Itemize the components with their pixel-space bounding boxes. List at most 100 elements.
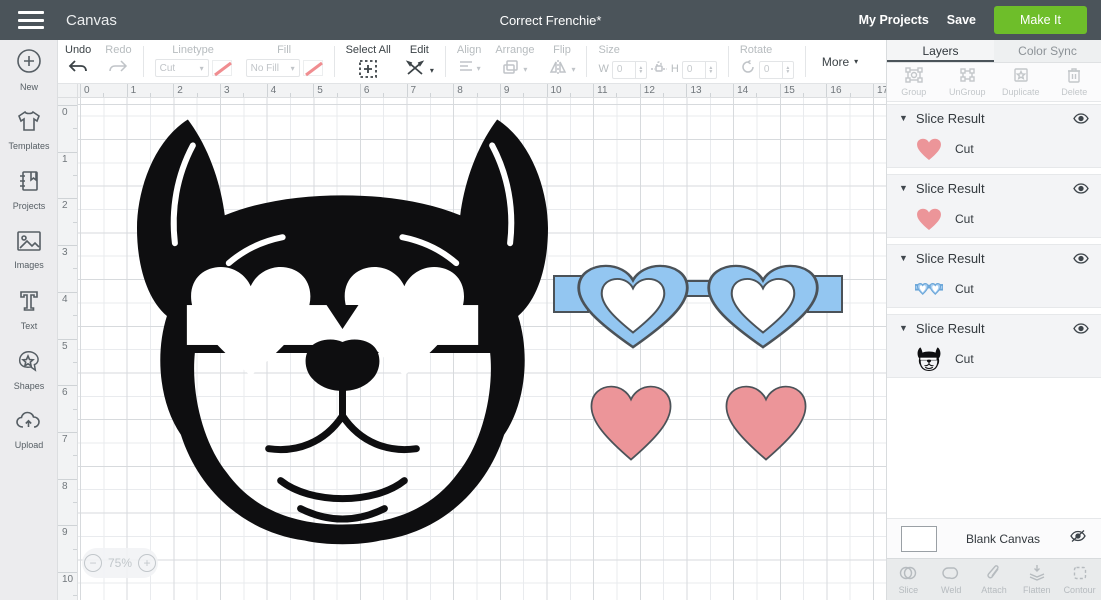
more-button[interactable]: More▾	[810, 40, 870, 83]
edit-button[interactable]: Edit ▾	[398, 40, 441, 83]
pink-heart-thumbnail	[915, 137, 943, 161]
tab-color-sync[interactable]: Color Sync	[994, 40, 1101, 62]
layer-list: ▼ Slice Result Cut ▼ Slice Result	[887, 102, 1101, 518]
layer-group-2: ▼ Slice Result Cut	[887, 174, 1101, 238]
layer-group-header[interactable]: ▼ Slice Result	[887, 315, 1101, 341]
frenchie-dog-artwork[interactable]	[133, 113, 552, 545]
ruler-label: 5	[62, 341, 68, 352]
vertical-ruler: 012345678910	[58, 98, 78, 600]
fill-dropdown[interactable]: No Fill▾	[246, 59, 300, 77]
fill-color-swatch[interactable]	[303, 60, 323, 76]
layer-row-cut-glasses[interactable]: Cut	[887, 271, 1101, 307]
layer-row-cut-heart[interactable]: Cut	[887, 201, 1101, 237]
chevron-down-icon[interactable]: ▼	[899, 253, 908, 263]
pink-heart-right-artwork[interactable]	[723, 384, 809, 463]
sidebar-item-templates[interactable]: Templates	[0, 100, 58, 160]
layer-group-header[interactable]: ▼ Slice Result	[887, 105, 1101, 131]
edit-pencil-icon	[405, 59, 427, 82]
fill-section: Fill No Fill▾	[239, 40, 330, 83]
contour-button[interactable]: Contour	[1058, 559, 1101, 600]
visibility-eye-icon[interactable]	[1073, 323, 1089, 334]
ruler-label: 6	[364, 85, 370, 96]
make-it-button[interactable]: Make It	[994, 6, 1087, 34]
ruler-label: 4	[62, 294, 68, 305]
slice-button[interactable]: Slice	[887, 559, 930, 600]
canvas-area: 01234567891011121314151617 012345678910	[58, 84, 886, 600]
linetype-color-swatch[interactable]	[212, 60, 232, 76]
flatten-button[interactable]: Flatten	[1015, 559, 1058, 600]
width-input[interactable]: 0▲▼	[612, 61, 647, 79]
layer-group-header[interactable]: ▼ Slice Result	[887, 175, 1101, 201]
ruler-label: 7	[411, 85, 417, 96]
height-input[interactable]: 0▲▼	[682, 61, 717, 79]
sidebar-item-projects[interactable]: Projects	[0, 160, 58, 220]
ruler-label: 1	[62, 154, 68, 165]
height-stepper[interactable]: ▲▼	[705, 62, 716, 78]
layer-group-header[interactable]: ▼ Slice Result	[887, 245, 1101, 271]
sidebar-item-new[interactable]: New	[0, 40, 58, 100]
sidebar-item-images[interactable]: Images	[0, 220, 58, 280]
frenchie-thumbnail	[915, 347, 943, 371]
left-sidebar: New Templates Projects Images Text Shape…	[0, 40, 58, 600]
select-all-icon	[358, 59, 378, 79]
ruler-label: 16	[830, 85, 841, 96]
align-icon	[458, 59, 474, 78]
arrange-button[interactable]: Arrange ▾	[488, 40, 541, 83]
delete-button[interactable]: Delete	[1048, 63, 1101, 101]
attach-button[interactable]: Attach	[973, 559, 1016, 600]
ruler-label: 9	[62, 527, 68, 538]
ruler-label: 3	[62, 247, 68, 258]
zoom-in-button[interactable]: +	[138, 554, 156, 572]
undo-button[interactable]: Undo	[58, 40, 98, 83]
rotate-stepper[interactable]: ▲▼	[782, 62, 793, 78]
redo-button[interactable]: Redo	[98, 40, 138, 83]
sidebar-item-upload[interactable]: Upload	[0, 400, 58, 460]
flip-icon	[548, 59, 568, 80]
visibility-eye-icon[interactable]	[1073, 253, 1089, 264]
layer-row-cut-frenchie[interactable]: Cut	[887, 341, 1101, 377]
pink-heart-left-artwork[interactable]	[588, 384, 674, 463]
weld-button[interactable]: Weld	[930, 559, 973, 600]
zoom-out-button[interactable]: −	[84, 554, 102, 572]
eye-slash-icon[interactable]	[1069, 529, 1087, 548]
chevron-down-icon[interactable]: ▼	[899, 113, 908, 123]
hamburger-menu-icon[interactable]	[18, 11, 44, 29]
sidebar-item-text[interactable]: Text	[0, 280, 58, 340]
duplicate-button[interactable]: Duplicate	[994, 63, 1048, 101]
select-all-button[interactable]: Select All	[339, 40, 398, 83]
linetype-dropdown[interactable]: Cut▾	[155, 59, 209, 77]
width-stepper[interactable]: ▲▼	[635, 62, 646, 78]
visibility-eye-icon[interactable]	[1073, 183, 1089, 194]
flip-button[interactable]: Flip ▾	[541, 40, 582, 83]
sidebar-item-shapes[interactable]: Shapes	[0, 340, 58, 400]
ruler-label: 12	[644, 85, 655, 96]
visibility-eye-icon[interactable]	[1073, 113, 1089, 124]
plus-circle-icon	[16, 48, 42, 79]
rotate-input[interactable]: 0▲▼	[759, 61, 794, 79]
ruler-label: 3	[224, 85, 230, 96]
rotate-icon	[740, 59, 756, 80]
layer-group-3: ▼ Slice Result	[887, 244, 1101, 308]
save-link[interactable]: Save	[947, 13, 976, 27]
tab-layers[interactable]: Layers	[887, 40, 994, 62]
zoom-level: 75%	[108, 556, 132, 570]
group-button[interactable]: Group	[887, 63, 941, 101]
heart-glasses-artwork[interactable]	[553, 261, 843, 353]
canvas-grid[interactable]: − 75% +	[78, 98, 886, 600]
duplicate-icon	[1013, 67, 1029, 85]
lock-aspect-icon[interactable]	[650, 59, 668, 80]
layer-group-1: ▼ Slice Result Cut	[887, 104, 1101, 168]
canvas-color-swatch[interactable]	[901, 526, 937, 552]
image-icon	[16, 230, 42, 257]
chevron-down-icon[interactable]: ▼	[899, 323, 908, 333]
zoom-control: − 75% +	[82, 548, 158, 578]
size-section: Size W 0▲▼ H 0▲▼	[591, 40, 723, 83]
layer-row-cut-heart[interactable]: Cut	[887, 131, 1101, 167]
align-button[interactable]: Align ▾	[450, 40, 488, 83]
ungroup-button[interactable]: UnGroup	[941, 63, 995, 101]
my-projects-link[interactable]: My Projects	[859, 13, 929, 27]
tshirt-icon	[16, 109, 42, 138]
blank-canvas-label: Blank Canvas	[937, 532, 1069, 546]
chevron-down-icon[interactable]: ▼	[899, 183, 908, 193]
flatten-icon	[1028, 565, 1046, 583]
